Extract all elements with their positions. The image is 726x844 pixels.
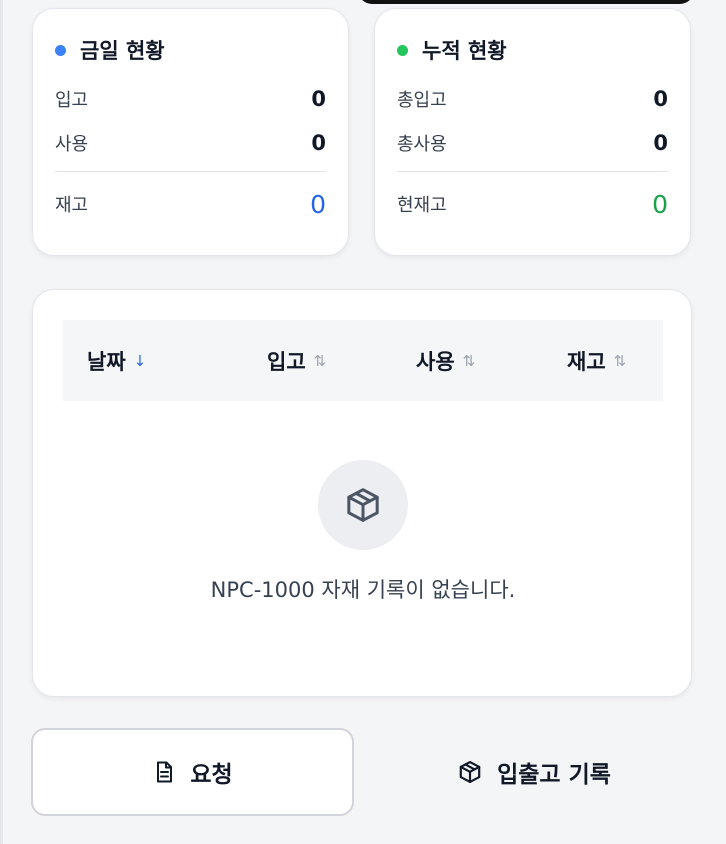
inout-history-button[interactable]: 입출고 기록 — [374, 728, 694, 816]
cumulative-use-value: 0 — [653, 131, 668, 155]
column-date-label: 날짜 — [87, 349, 126, 374]
cumulative-status-dot — [397, 44, 408, 56]
sort-both-icon: ⇅ — [313, 351, 327, 370]
column-in-label: 입고 — [267, 349, 306, 374]
cumulative-use-label: 총사용 — [397, 134, 447, 155]
today-stock-value: 0 — [310, 189, 326, 219]
table-header: 날짜 ↓ 입고 ⇅ 사용 ⇅ 재고 ⇅ — [63, 320, 663, 401]
inout-history-button-label: 입출고 기록 — [497, 762, 611, 788]
today-divider — [55, 171, 326, 172]
request-button[interactable]: 요청 — [31, 728, 354, 816]
today-use-value: 0 — [311, 131, 326, 155]
today-status-title-text: 금일 현황 — [80, 39, 165, 63]
cumulative-stock-value: 0 — [652, 189, 668, 219]
today-row-stock: 재고 0 — [55, 182, 326, 226]
sort-both-icon: ⇅ — [462, 351, 476, 370]
today-status-dot — [55, 44, 66, 56]
cumulative-row-use: 총사용 0 — [397, 121, 668, 165]
top-tab-edge[interactable] — [358, 0, 694, 4]
cumulative-in-value: 0 — [653, 87, 668, 111]
today-row-in: 입고 0 — [55, 77, 326, 121]
column-header-in[interactable]: 입고 ⇅ — [267, 346, 326, 376]
column-header-use[interactable]: 사용 ⇅ — [416, 346, 475, 376]
package-icon — [347, 488, 379, 522]
today-status-title: 금일 현황 — [55, 35, 326, 65]
column-stock-label: 재고 — [567, 349, 606, 374]
today-status-card: 금일 현황 입고 0 사용 0 재고 0 — [32, 8, 349, 256]
left-edge-border — [0, 0, 3, 844]
empty-state-message: NPC-1000 자재 기록이 없습니다. — [210, 578, 516, 602]
cumulative-row-stock: 현재고 0 — [397, 182, 668, 226]
cumulative-status-card: 누적 현황 총입고 0 총사용 0 현재고 0 — [374, 8, 691, 256]
sort-both-icon: ⇅ — [613, 351, 627, 370]
cumulative-divider — [397, 171, 668, 172]
document-icon — [157, 761, 173, 783]
empty-state-icon-circle — [318, 460, 408, 550]
today-row-use: 사용 0 — [55, 121, 326, 165]
column-header-stock[interactable]: 재고 ⇅ — [567, 346, 626, 376]
package-icon — [459, 760, 481, 784]
request-button-label: 요청 — [190, 762, 233, 788]
cumulative-status-title: 누적 현황 — [397, 35, 668, 65]
today-use-label: 사용 — [55, 134, 89, 155]
today-in-label: 입고 — [55, 90, 89, 111]
cumulative-stock-label: 현재고 — [397, 195, 447, 216]
sort-desc-icon: ↓ — [133, 351, 147, 370]
column-header-date[interactable]: 날짜 ↓ — [87, 346, 146, 376]
column-use-label: 사용 — [416, 349, 455, 374]
cumulative-in-label: 총입고 — [397, 90, 447, 111]
cumulative-status-title-text: 누적 현황 — [422, 39, 507, 63]
today-stock-label: 재고 — [55, 195, 89, 216]
today-in-value: 0 — [311, 87, 326, 111]
records-table-card: 날짜 ↓ 입고 ⇅ 사용 ⇅ 재고 ⇅ NPC-1000 자재 기록이 없습니다… — [32, 289, 692, 697]
cumulative-row-in: 총입고 0 — [397, 77, 668, 121]
